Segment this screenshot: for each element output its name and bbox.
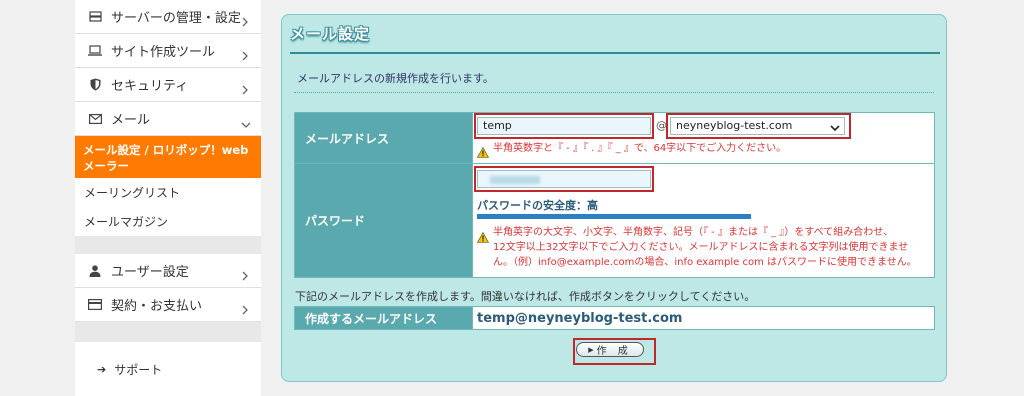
masked-password [490,176,540,184]
user-icon [87,263,103,279]
sidebar-item-security[interactable]: セキュリティ [75,68,261,102]
chevron-right-icon [241,266,251,280]
title-divider [290,52,940,54]
domain-select[interactable]: neyneyblog-test.com [670,117,845,135]
email-label: メールアドレス [295,113,473,163]
chevron-right-icon [241,46,251,60]
support-label: サポート [114,362,163,377]
support-link[interactable]: ➔ サポート [75,342,261,396]
sidebar-item-label: セキュリティ [111,79,189,94]
result-email: temp@neyneyblog-test.com [473,307,934,329]
confirm-text: 下記のメールアドレスを作成します。間違いなければ、作成ボタンをクリックしてくださ… [295,290,756,303]
create-button-label: 作 成 [596,346,632,357]
sidebar-item-mailing-list[interactable]: メーリングリスト [75,178,261,207]
chevron-down-icon [241,114,251,128]
password-warning-text: 半角英字の大文字、小文字、半角数字、記号（『 - 』または『 _ 』）をすべて組… [493,225,917,270]
intro-text: メールアドレスの新規作成を行います。 [297,72,494,85]
password-label: パスワード [295,164,473,277]
create-button[interactable]: ▶ 作 成 [576,342,644,357]
email-warning-text: 半角英数字と『 - 』『 . 』『 _ 』で、64字以下でご入力ください。 [493,143,787,154]
sidebar-item-label: サイト作成ツール [111,45,216,60]
sidebar-item-billing[interactable]: 契約・お支払い [75,288,261,322]
warning-icon [476,228,490,243]
result-row: 作成するメールアドレス temp@neyneyblog-test.com [294,306,935,330]
mail-form-table: メールアドレス temp @ neyneyblog-test.com 半角英数字… [294,112,935,278]
chevron-right-icon [241,300,251,314]
domain-select-value: neyneyblog-test.com [676,119,793,132]
password-warning-line: 12文字以上32文字以下でご入力ください。メールアドレスに含まれる文字列は使用で… [493,242,909,253]
sidebar-item-label: 契約・お支払い [111,299,203,314]
sidebar-item-site-tools[interactable]: サイト作成ツール [75,34,261,68]
warning-icon [476,143,490,158]
nav-group-top: サーバーの管理・設定 サイト作成ツール セキュリティ メール メール設定 / ロ… [75,0,261,236]
email-local-input[interactable]: temp [477,117,651,135]
sidebar-item-mail[interactable]: メール [75,102,261,136]
sidebar-item-server[interactable]: サーバーの管理・設定 [75,0,261,34]
play-icon: ▶ [588,345,594,354]
nav-group-bottom: ユーザー設定 契約・お支払い [75,254,261,322]
password-warning-line: ん。（例）info@example.comの場合、info example co… [493,257,917,268]
table-row-email: メールアドレス temp @ neyneyblog-test.com 半角英数字… [295,113,934,164]
sidebar-item-label: メール [111,113,151,128]
shield-icon [87,77,103,93]
nav-divider [75,236,261,254]
password-input[interactable] [477,170,651,188]
server-icon [87,9,103,25]
arrow-right-icon: ➔ [97,362,107,376]
table-row-password: パスワード パスワードの安全度：高 半角英字の大文字、小文字、半角数字、記号（『… [295,164,934,277]
mail-icon [87,111,103,127]
chevron-right-icon [241,80,251,94]
password-strength-bar [477,214,751,219]
mail-settings-panel: メール設定 メールアドレスの新規作成を行います。 メールアドレス temp @ … [281,14,947,382]
sidebar: サーバーの管理・設定 サイト作成ツール セキュリティ メール メール設定 / ロ… [75,0,261,396]
sidebar-item-label: サーバーの管理・設定 [111,11,241,26]
sidebar-item-mail-settings[interactable]: メール設定 / ロリポップ！webメーラー [75,136,261,178]
sidebar-item-user-settings[interactable]: ユーザー設定 [75,254,261,288]
password-strength: パスワードの安全度：高 [477,199,598,212]
laptop-icon [87,43,103,59]
password-warning-line: 半角英字の大文字、小文字、半角数字、記号（『 - 』または『 _ 』）をすべて組… [493,227,894,238]
password-cell: パスワードの安全度：高 半角英字の大文字、小文字、半角数字、記号（『 - 』また… [473,164,934,277]
dotted-divider [294,92,934,93]
chevron-down-icon [830,121,840,137]
chevron-right-icon [241,12,251,26]
card-icon [87,297,103,313]
sidebar-item-label: ユーザー設定 [111,265,189,280]
sidebar-item-mail-magazine[interactable]: メールマガジン [75,207,261,236]
page-title: メール設定 [290,25,371,43]
email-cell: temp @ neyneyblog-test.com 半角英数字と『 - 』『 … [473,113,934,163]
result-label: 作成するメールアドレス [295,307,473,329]
